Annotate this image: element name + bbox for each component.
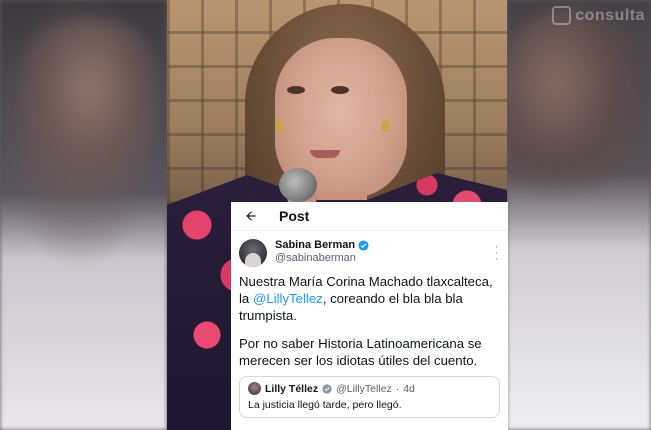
author-handle[interactable]: @sabinaberman <box>275 252 369 265</box>
tweet-text: Nuestra María Corina Machado tlaxcalteca… <box>231 267 508 369</box>
quoted-author-name: Lilly Téllez <box>265 382 319 395</box>
quoted-tweet-text: La justicia llegó tarde, pero llegó. <box>248 399 402 411</box>
earring-right <box>381 120 390 132</box>
blurred-person-right <box>500 10 640 190</box>
eye-left <box>287 86 305 94</box>
author-name[interactable]: Sabina Berman <box>275 239 355 252</box>
separator: · <box>395 382 400 395</box>
mouth <box>310 150 340 158</box>
watermark: consulta <box>552 6 645 25</box>
tweet-paragraph-1: Nuestra María Corina Machado tlaxcalteca… <box>239 273 498 324</box>
earring-left <box>275 120 284 132</box>
quoted-tweet-header: Lilly Téllez @LillyTellez · 4d <box>248 382 491 395</box>
tweet-author: Sabina Berman @sabinaberman · · · <box>231 231 508 267</box>
microphone <box>279 168 317 202</box>
quoted-avatar <box>248 382 261 395</box>
quoted-time: 4d <box>403 382 415 395</box>
quoted-tweet[interactable]: Lilly Téllez @LillyTellez · 4d La justic… <box>239 376 500 418</box>
mention-link[interactable]: @LillyTellez <box>253 291 323 306</box>
quoted-author-handle: @LillyTellez <box>336 382 392 395</box>
eye-right <box>331 86 349 94</box>
verified-badge-icon <box>358 240 369 251</box>
more-vertical-icon[interactable]: · · · <box>494 240 499 264</box>
instagram-icon <box>552 6 572 25</box>
arrow-left-icon[interactable] <box>241 206 261 226</box>
blurred-person-left <box>20 20 160 190</box>
post-header: Post <box>231 202 508 231</box>
page-title: Post <box>279 208 310 224</box>
watermark-text: consulta <box>575 6 645 24</box>
tweet-card: Post Sabina Berman @sabinaberman · · · Nue… <box>231 202 508 430</box>
avatar[interactable] <box>239 239 267 267</box>
tweet-paragraph-2: Por no saber Historia Latinoamericana se… <box>239 336 482 368</box>
verified-badge-icon <box>322 383 332 394</box>
author-names: Sabina Berman @sabinaberman <box>275 239 369 265</box>
